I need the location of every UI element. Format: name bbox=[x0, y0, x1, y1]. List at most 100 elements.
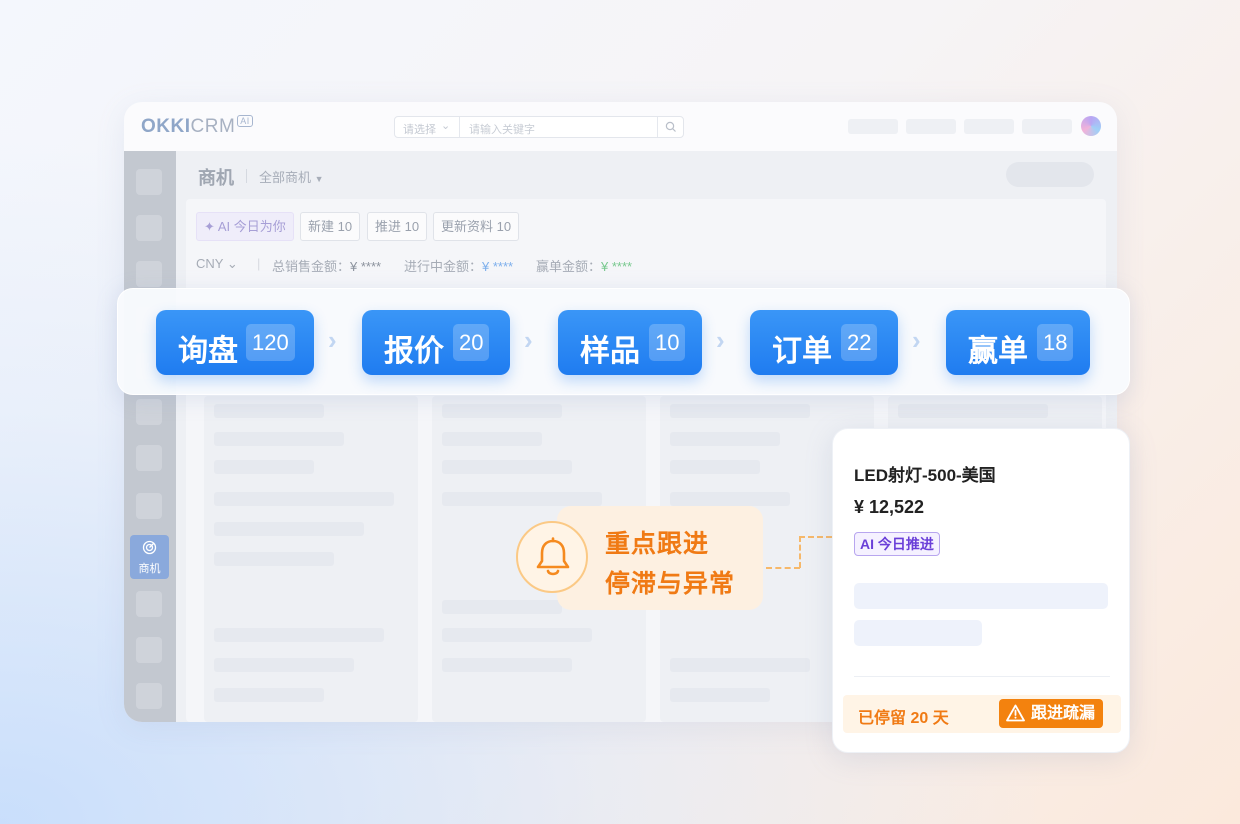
card-placeholder bbox=[670, 404, 810, 418]
search-divider bbox=[459, 117, 460, 137]
filter-label: 全部商机 bbox=[259, 170, 312, 185]
chip-new[interactable]: 新建 10 bbox=[300, 212, 361, 241]
search-input[interactable]: 请输入关键字 bbox=[469, 121, 535, 137]
opportunity-filter-dropdown[interactable]: 全部商机 ▼ bbox=[259, 167, 324, 186]
ai-avatar[interactable] bbox=[1081, 116, 1101, 136]
stage-count: 120 bbox=[246, 324, 295, 361]
stall-status-bar: 已停留 20 天 跟进疏漏 bbox=[843, 695, 1121, 733]
search-icon[interactable] bbox=[665, 121, 677, 133]
warning-label: 跟进疏漏 bbox=[1031, 705, 1096, 722]
opportunity-title: LED射灯-500-美国 bbox=[854, 466, 996, 485]
card-placeholder bbox=[214, 658, 354, 672]
connector-line bbox=[766, 567, 800, 569]
chevron-right-icon: › bbox=[524, 325, 533, 355]
sidebar-item[interactable] bbox=[136, 399, 162, 425]
connector-line bbox=[799, 536, 801, 568]
currency-label: CNY bbox=[196, 256, 224, 271]
card-placeholder bbox=[214, 522, 364, 536]
stage-name: 赢单 bbox=[968, 335, 1028, 368]
opportunity-amount: ¥ 12,522 bbox=[854, 497, 925, 517]
chip-update-info[interactable]: 更新资料 10 bbox=[433, 212, 520, 241]
sidebar-item[interactable] bbox=[136, 493, 162, 519]
won-label: 赢单金额： bbox=[536, 259, 602, 274]
sidebar-item[interactable] bbox=[136, 637, 162, 663]
won-amount: 赢单金额：¥ **** bbox=[536, 256, 632, 275]
sidebar-item[interactable] bbox=[136, 169, 162, 195]
global-search: 请选择 ⌄ 请输入关键字 bbox=[394, 116, 684, 138]
card-placeholder bbox=[442, 432, 542, 446]
stay-duration: 已停留 20 天 bbox=[858, 710, 949, 727]
callout-line-2: 停滞与异常 bbox=[605, 570, 736, 598]
card-placeholder bbox=[670, 492, 790, 506]
in-progress-label: 进行中金额： bbox=[404, 259, 483, 274]
title-divider bbox=[246, 169, 247, 183]
topbar-placeholder[interactable] bbox=[964, 119, 1014, 134]
pipeline-strip: 询盘 120 › 报价 20 › 样品 10 › 订单 22 › 赢单 18 bbox=[117, 288, 1130, 395]
chevron-right-icon: › bbox=[328, 325, 337, 355]
sidebar-item[interactable] bbox=[136, 445, 162, 471]
caret-down-icon: ▼ bbox=[314, 174, 324, 184]
chip-advance[interactable]: 推进 10 bbox=[367, 212, 428, 241]
card-placeholder bbox=[214, 404, 324, 418]
stage-order[interactable]: 订单 22 bbox=[750, 310, 898, 375]
card-placeholder bbox=[442, 404, 562, 418]
card-placeholder bbox=[442, 600, 562, 614]
stage-name: 订单 bbox=[772, 335, 832, 368]
sidebar-item[interactable] bbox=[136, 215, 162, 241]
callout-line-1: 重点跟进 bbox=[605, 530, 710, 558]
card-placeholder bbox=[670, 460, 760, 474]
sidebar-item[interactable] bbox=[136, 261, 162, 287]
stage-inquiry[interactable]: 询盘 120 bbox=[156, 310, 314, 375]
topbar-placeholder[interactable] bbox=[906, 119, 956, 134]
summary-divider: | bbox=[257, 256, 261, 271]
content-placeholder bbox=[854, 583, 1108, 609]
total-sales: 总销售金额：¥ **** bbox=[272, 256, 381, 275]
card-placeholder bbox=[898, 404, 1048, 418]
kanban-column bbox=[204, 396, 418, 722]
stage-sample[interactable]: 样品 10 bbox=[558, 310, 702, 375]
sidebar-item-label: 商机 bbox=[138, 563, 161, 575]
stage-name: 样品 bbox=[580, 335, 640, 368]
card-placeholder bbox=[442, 492, 602, 506]
stage-name: 报价 bbox=[384, 335, 444, 368]
chevron-down-icon: ⌄ bbox=[226, 256, 238, 271]
app-logo[interactable]: OKKICRM AI bbox=[141, 115, 253, 138]
stage-count: 22 bbox=[841, 324, 878, 361]
logo-crm: CRM bbox=[190, 116, 236, 137]
sidebar-item[interactable] bbox=[136, 591, 162, 617]
card-placeholder bbox=[670, 658, 810, 672]
currency-select[interactable]: CNY ⌄ bbox=[196, 256, 238, 272]
total-sales-value: ¥ **** bbox=[350, 259, 382, 274]
card-placeholder bbox=[214, 492, 394, 506]
warning-icon bbox=[1006, 704, 1025, 722]
stage-won[interactable]: 赢单 18 bbox=[946, 310, 1090, 375]
card-placeholder bbox=[442, 460, 572, 474]
topbar-placeholder[interactable] bbox=[1022, 119, 1072, 134]
follow-up-lapse-button[interactable]: 跟进疏漏 bbox=[999, 699, 1104, 728]
opportunity-detail-card[interactable]: LED射灯-500-美国 ¥ 12,522 AI 今日推进 已停留 20 天 跟… bbox=[832, 428, 1130, 753]
sidebar-item[interactable] bbox=[136, 683, 162, 709]
content-placeholder bbox=[854, 620, 982, 646]
card-placeholder bbox=[214, 552, 334, 566]
ai-advance-tag[interactable]: AI 今日推进 bbox=[854, 532, 940, 556]
chevron-right-icon: › bbox=[716, 325, 725, 355]
stage-count: 18 bbox=[1037, 324, 1074, 361]
topbar-placeholder[interactable] bbox=[848, 119, 898, 134]
sidebar-item-opportunities[interactable]: 商机 bbox=[130, 535, 169, 579]
ai-today-chip[interactable]: ✦ AI 今日为你 bbox=[196, 212, 294, 241]
search-scope-select[interactable]: 请选择 bbox=[403, 121, 436, 137]
bell-icon bbox=[536, 537, 570, 576]
stage-quote[interactable]: 报价 20 bbox=[362, 310, 510, 375]
search-divider bbox=[657, 117, 658, 137]
chevron-right-icon: › bbox=[912, 325, 921, 355]
stage-count: 10 bbox=[649, 324, 686, 361]
logo-okki: OKKI bbox=[141, 116, 191, 137]
chevron-down-icon: ⌄ bbox=[441, 120, 451, 132]
card-placeholder bbox=[442, 628, 592, 642]
header-action-button[interactable] bbox=[1006, 162, 1094, 187]
card-placeholder bbox=[214, 628, 384, 642]
card-placeholder bbox=[670, 432, 780, 446]
card-divider bbox=[854, 676, 1110, 677]
card-placeholder bbox=[670, 688, 770, 702]
in-progress-value: ¥ **** bbox=[482, 259, 514, 274]
